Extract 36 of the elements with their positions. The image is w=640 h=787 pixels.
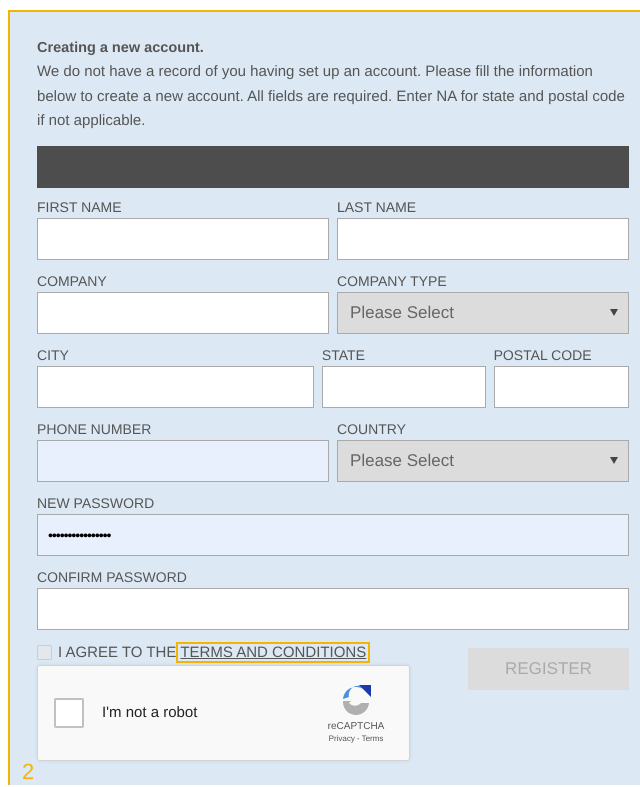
field-label: COMPANY TYPE (337, 272, 448, 290)
captcha-checkbox[interactable] (54, 698, 84, 728)
agree-text: I AGREE TO THE (58, 644, 176, 660)
select-field[interactable]: Please Select (337, 440, 629, 482)
field-label: COMPANY (37, 272, 108, 290)
link-separator: - (356, 734, 360, 742)
input-field[interactable] (37, 218, 329, 260)
agree-checkbox[interactable] (37, 644, 52, 660)
input-field[interactable] (37, 366, 314, 408)
input-field[interactable] (337, 218, 629, 260)
field-label: CITY (37, 346, 70, 364)
input-field[interactable] (494, 366, 629, 408)
field-label: NEW PASSWORD (37, 494, 156, 512)
field-label: CONFIRM PASSWORD (37, 568, 188, 586)
terms-small-link[interactable]: Terms (362, 734, 384, 742)
intro-text: We do not have a record of you having set up an account. Please fill the information below to create a new account. All fields are required. Enter NA for state and postal code if not applicable. (37, 62, 626, 131)
recaptcha-brand: reCAPTCHA (328, 720, 384, 732)
input-field[interactable] (37, 292, 329, 334)
password-field[interactable] (37, 588, 629, 630)
field-label: FIRST NAME (37, 198, 123, 216)
field-label: PHONE NUMBER (37, 420, 152, 438)
field-label: STATE (322, 346, 366, 364)
field-label: COUNTRY (337, 420, 407, 438)
select-field[interactable]: Please Select (337, 292, 629, 334)
annotation-number: 2 (22, 759, 34, 785)
captcha-label: I'm not a robot (102, 704, 198, 721)
input-field[interactable] (37, 440, 329, 482)
input-field[interactable] (322, 366, 486, 408)
password-field[interactable]: •••••••••••••••• (37, 514, 629, 556)
caret-icon (610, 457, 618, 464)
terms-link[interactable]: TERMS AND CONDITIONS (176, 642, 370, 662)
field-label: POSTAL CODE (494, 346, 593, 364)
form-title: Creating a new account. (37, 39, 205, 58)
privacy-link[interactable]: Privacy (328, 734, 355, 742)
caret-icon (610, 309, 618, 316)
field-label: LAST NAME (337, 198, 418, 216)
